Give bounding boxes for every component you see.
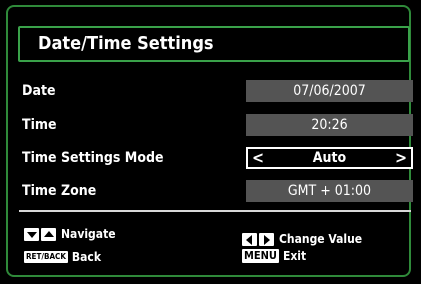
- change-value-hint: Change Value: [242, 232, 362, 246]
- navigate-label: Navigate: [61, 227, 116, 241]
- navigate-hint: Navigate: [24, 227, 116, 241]
- back-hint: RET/BACK Back: [24, 250, 101, 264]
- time-zone-row[interactable]: Time Zone GMT + 01:00: [22, 180, 413, 204]
- page-title: Date/Time Settings: [38, 33, 214, 54]
- chevron-right-icon[interactable]: >: [395, 149, 407, 167]
- exit-hint: MENU Exit: [242, 249, 306, 263]
- date-value[interactable]: 07/06/2007: [246, 80, 413, 102]
- title-bar: Date/Time Settings: [18, 26, 410, 62]
- time-zone-label: Time Zone: [22, 183, 97, 199]
- arrow-right-icon: [259, 232, 274, 246]
- time-label: Time: [22, 117, 57, 133]
- arrow-left-icon: [242, 232, 257, 246]
- date-label: Date: [22, 83, 56, 99]
- arrow-up-icon: [41, 227, 56, 241]
- change-value-label: Change Value: [279, 232, 363, 246]
- chevron-left-icon[interactable]: <: [252, 149, 264, 167]
- time-zone-value[interactable]: GMT + 01:00: [246, 180, 413, 202]
- back-label: Back: [71, 250, 102, 264]
- time-settings-mode-row[interactable]: Time Settings Mode < Auto >: [22, 147, 413, 171]
- date-row[interactable]: Date 07/06/2007: [22, 80, 413, 104]
- exit-label: Exit: [282, 249, 307, 263]
- time-settings-mode-label: Time Settings Mode: [22, 150, 164, 166]
- divider: [19, 210, 411, 212]
- time-settings-mode-selector[interactable]: < Auto >: [246, 147, 413, 169]
- time-value[interactable]: 20:26: [246, 114, 413, 136]
- menu-key-icon: MENU: [242, 249, 279, 263]
- arrow-down-icon: [24, 227, 39, 241]
- ret-back-key-icon: RET/BACK: [24, 251, 68, 263]
- time-row[interactable]: Time 20:26: [22, 114, 413, 138]
- time-settings-mode-value: Auto: [312, 150, 347, 166]
